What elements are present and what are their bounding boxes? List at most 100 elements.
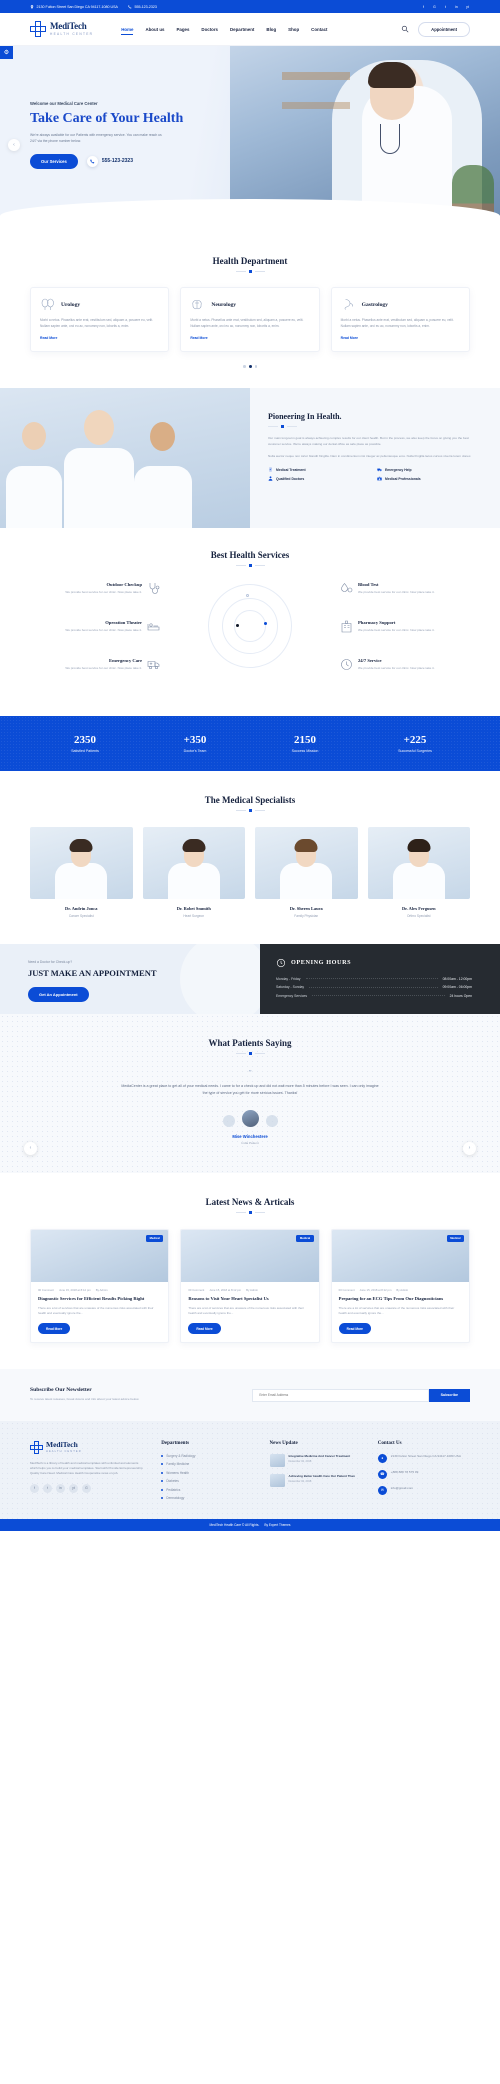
news-card[interactable]: Medical 00 Comment June 15, 2018 at 8:12… [30, 1228, 170, 1344]
copyright-credit: By Expert Themes [264, 1522, 291, 1527]
pioneering-feature: Qualified Doctors [268, 476, 369, 482]
service-item[interactable]: Emergency Care We provide best service f… [30, 658, 160, 671]
nav-item-about-us[interactable]: About us [145, 27, 164, 32]
news-read-more-button[interactable]: Read More [38, 1323, 71, 1335]
carousel-dot-active[interactable] [248, 365, 252, 369]
newsletter-subscribe-button[interactable]: Subscribe [428, 1388, 470, 1402]
youtube-icon[interactable]: yt [465, 4, 470, 9]
nav-item-blog[interactable]: Blog [266, 27, 276, 32]
testimonial-next-button[interactable]: › [463, 1141, 476, 1155]
service-item[interactable]: Blood Test We provide best service for o… [340, 582, 470, 595]
news-read-more-button[interactable]: Read More [338, 1323, 371, 1335]
service-item[interactable]: Operation Theater We provide best servic… [30, 620, 160, 633]
service-item[interactable]: Outdoor Checkup We provide best service … [30, 582, 160, 595]
google-icon[interactable]: G [82, 1483, 91, 1493]
testimonial-prev-button[interactable]: ‹ [24, 1141, 37, 1155]
stat-item: 2150 Success Mission [250, 734, 360, 753]
nav-item-pages[interactable]: Pages [176, 27, 189, 32]
hero-bottom-curve [0, 199, 500, 231]
doctor-card[interactable]: Dr. Robet Smmith Heart Surgeon [142, 827, 245, 918]
footer-contact-phone[interactable]: ☎ +888 888 78 575 09 [377, 1469, 470, 1479]
search-icon[interactable] [401, 25, 409, 33]
footer-department-link[interactable]: Womens Health [161, 1471, 253, 1475]
news-post-title[interactable]: Diagnostic Services for Efficient Result… [31, 1292, 168, 1302]
pioneering-paragraph-2: Nulla auctor neque non tortor blandit fr… [268, 453, 472, 458]
avatar[interactable] [222, 1114, 235, 1127]
footer-news-item[interactable]: Integrative Medicine And Cancer Treatmen… [269, 1453, 362, 1467]
twitter-icon[interactable]: t [43, 1483, 52, 1493]
facebook-icon[interactable]: f [30, 1483, 39, 1493]
avatar[interactable] [265, 1114, 278, 1127]
youtube-icon[interactable]: yt [69, 1483, 78, 1493]
department-card[interactable]: Neurology Morbi a netus. Phasellus ante … [180, 287, 320, 353]
stat-item: +350 Doctor's Team [140, 734, 250, 753]
stat-number: 2350 [74, 734, 96, 747]
news-card[interactable]: Medical 00 Comment June 15, 2018 at 8:12… [330, 1228, 470, 1344]
carousel-dot[interactable] [243, 365, 246, 368]
avatar-active[interactable] [241, 1109, 259, 1127]
footer-social-links[interactable]: f t in yt G [30, 1483, 145, 1493]
appointment-button[interactable]: Appointment [418, 21, 470, 37]
news-read-more-button[interactable]: Read More [188, 1323, 221, 1335]
twitter-icon[interactable]: t [443, 4, 448, 9]
news-post-title[interactable]: Preparing for an ECG Tips From Our Diagn… [332, 1292, 469, 1302]
footer-department-link[interactable]: Pediatrics [161, 1488, 253, 1492]
service-desc: We provide best service for our clinic. … [358, 590, 435, 595]
service-name: Operation Theater [105, 620, 142, 626]
section-divider [30, 564, 470, 568]
linkedin-icon[interactable]: in [454, 4, 459, 9]
hero-phone-number: 555-123-2323 [101, 158, 133, 165]
feature-label: Medical Treatment [276, 467, 306, 472]
get-appointment-button[interactable]: Get An Appointment [28, 986, 89, 1002]
nav-item-home[interactable]: Home [121, 27, 134, 35]
department-card[interactable]: Gastrology Morbi a netus. Phasellus ante… [330, 287, 470, 353]
read-more-link[interactable]: Read More [341, 336, 460, 340]
read-more-link[interactable]: Read More [190, 336, 309, 340]
department-card[interactable]: Urology Morbi a netus. Phasellus ante er… [30, 287, 170, 353]
nav-item-shop[interactable]: Shop [288, 27, 299, 32]
phone-icon: ☎ [377, 1469, 387, 1479]
doctor-card[interactable]: Dr. Alex Fergusen Orthro Specialist [367, 827, 470, 918]
service-desc: We provide best service for our clinic. … [358, 628, 435, 633]
doctor-card[interactable]: Dr. Andrin Jonca Cancer Specialist [30, 827, 133, 918]
google-icon[interactable]: G [432, 4, 437, 9]
newsletter-email-input[interactable] [252, 1388, 429, 1402]
hero-prev-arrow[interactable]: ‹ [8, 138, 20, 151]
linkedin-icon[interactable]: in [56, 1483, 65, 1493]
opening-hours-row: Monday - Friday 08:00am - 12:00pm [276, 977, 472, 981]
department-desc: Morbi a netus. Phasellus ante erat, vest… [340, 318, 454, 328]
service-item[interactable]: Pharmacy Support We provide best service… [340, 620, 470, 633]
site-logo[interactable]: MediTech HEALTH CENTER [30, 21, 93, 37]
news-post-title[interactable]: Reasons to Visit Your Heart Specialist U… [181, 1292, 318, 1302]
neurology-icon [192, 300, 202, 310]
news-card[interactable]: Medical 00 Comment June 15, 2018 at 8:12… [180, 1228, 320, 1344]
footer-department-link[interactable]: Diabetes [161, 1479, 253, 1483]
hero-paragraph: We're always available for our Patients … [30, 133, 162, 143]
footer-logo[interactable]: MediTech HEALTH CENTER [30, 1440, 145, 1454]
footer-contact-email[interactable]: ✉ info@gmail.com [377, 1485, 470, 1495]
pioneering-paragraph-1: Our main long-term goal is always achiev… [268, 436, 469, 446]
settings-side-tab[interactable]: ⚙ [0, 46, 13, 59]
footer-department-link[interactable]: Dermatology [161, 1496, 253, 1500]
doctor-card[interactable]: Dr. Sheren Laura Family Physician [255, 827, 358, 918]
service-item[interactable]: 24/7 Service We provide best service for… [340, 658, 470, 671]
appointment-section: Need a Doctor for Check-up? JUST MAKE AN… [0, 943, 500, 1014]
blood-drop-icon [341, 583, 353, 593]
nav-item-contact[interactable]: Contact [311, 27, 327, 32]
read-more-link[interactable]: Read More [40, 336, 159, 340]
footer-department-link[interactable]: Surgery & Radiology [161, 1454, 253, 1458]
carousel-dot[interactable] [254, 365, 257, 368]
main-nav[interactable]: Home About us Pages Doctors Department B… [121, 27, 328, 35]
topbar-phone[interactable]: 555-123-2323 [128, 5, 157, 9]
hero-phone-block[interactable]: 555-123-2323 [86, 155, 133, 167]
facebook-icon[interactable]: f [421, 4, 426, 9]
topbar-social-links[interactable]: f G t in yt [421, 4, 470, 9]
department-carousel-dots[interactable] [30, 365, 470, 369]
pioneering-feature: Medical Treatment [268, 467, 369, 473]
section-divider [30, 809, 470, 813]
hero-services-button[interactable]: Our Services [30, 153, 78, 169]
footer-news-item[interactable]: Achieving Better Health Care Our Patient… [269, 1473, 362, 1487]
nav-item-department[interactable]: Department [230, 27, 254, 32]
footer-department-link[interactable]: Family Medicine [161, 1462, 253, 1466]
nav-item-doctors[interactable]: Doctors [201, 27, 218, 32]
